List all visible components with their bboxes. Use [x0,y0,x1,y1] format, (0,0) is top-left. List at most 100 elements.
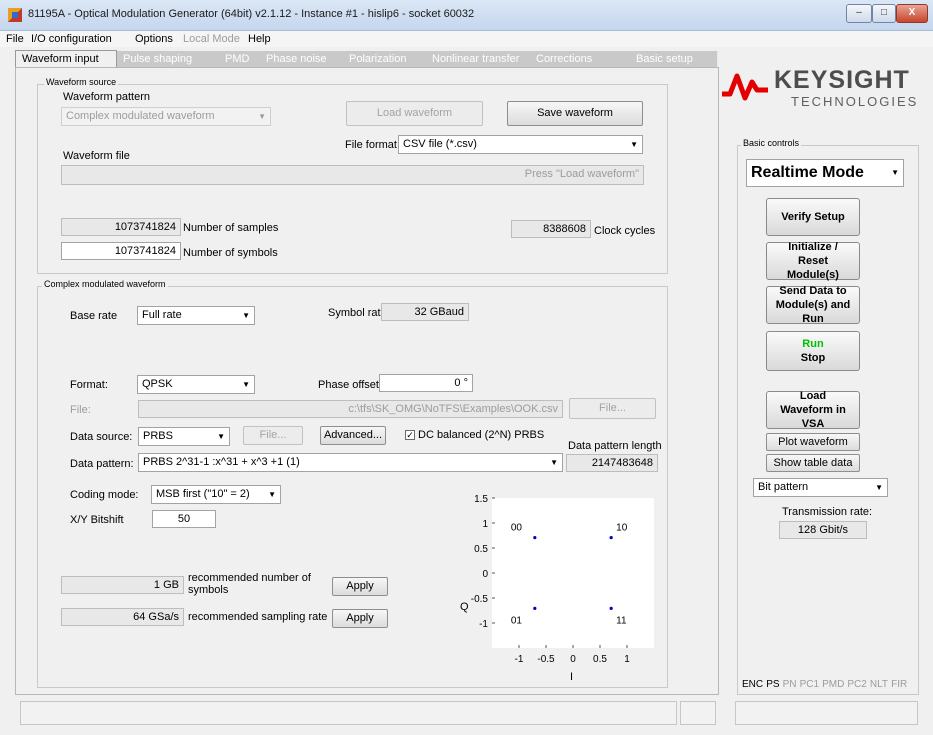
tab-basic-setup[interactable]: Basic setup [630,51,718,67]
chevron-down-icon: ▼ [268,490,276,499]
keysight-logo-subtitle: TECHNOLOGIES [791,94,919,109]
minimize-button[interactable]: – [846,4,872,23]
tag-nlt: NLT [869,679,889,690]
clock-cycles-label: Clock cycles [594,225,656,237]
initialize-reset-button[interactable]: Initialize / Reset Module(s) [766,241,860,281]
status-cell-right [735,701,918,725]
file-format-dropdown[interactable]: CSV file (*.csv) ▼ [398,135,643,154]
data-pattern-dropdown[interactable]: PRBS 2^31-1 :x^31 + x^3 +1 (1) ▼ [138,453,563,472]
chevron-down-icon: ▼ [550,458,558,467]
dc-balanced-checkbox[interactable]: ✓ [405,430,415,440]
chevron-down-icon: ▼ [242,311,250,320]
run-stop-button[interactable]: Run Stop [766,331,860,371]
number-of-symbols-field[interactable]: 1073741824 [61,242,181,260]
run-indicator: Run [802,338,824,350]
verify-setup-button[interactable]: Verify Setup [766,198,860,236]
apply-rate-button[interactable]: Apply [332,609,388,628]
tag-pn: PN [782,679,797,690]
menu-io-configuration[interactable]: I/O configuration [31,33,112,45]
clock-cycles-field: 8388608 [511,220,591,238]
constellation-point [609,536,613,540]
constellation-point [533,606,537,610]
tab-nonlinear-transfer[interactable]: Nonlinear transfer [426,51,542,67]
format-dropdown[interactable]: QPSK ▼ [137,375,255,394]
tab-pulse-shaping[interactable]: Pulse shaping [117,51,231,67]
file-browse-button[interactable]: File... [569,398,656,419]
constellation-point [533,536,537,540]
number-of-samples-label: Number of samples [183,222,279,234]
load-waveform-vsa-button[interactable]: Load Waveform in VSA [766,390,860,430]
plot-waveform-button[interactable]: Plot waveform [766,433,860,451]
waveform-pattern-dropdown[interactable]: Complex modulated waveform ▼ [61,107,271,126]
x-tick-label: 0 [570,654,576,665]
waveform-file-field[interactable]: Press "Load waveform" [61,165,644,185]
status-cell-main [20,701,677,725]
maximize-button[interactable]: □ [872,4,896,23]
menu-bar: File I/O configuration Options Local Mod… [0,31,933,47]
save-waveform-button[interactable]: Save waveform [507,101,643,126]
x-tick-label: -1 [515,654,524,665]
close-button[interactable]: X [896,4,928,23]
tab-phase-noise[interactable]: Phase noise [260,51,355,67]
tab-corrections[interactable]: Corrections [530,51,642,67]
data-file-field[interactable]: c:\tfs\SK_OMG\NoTFS\Examples\OOK.csv [138,400,563,418]
waveform-pattern-label: Waveform pattern [63,91,151,103]
basic-controls-legend: Basic controls [741,138,802,148]
y-tick-label: -1 [479,619,488,630]
base-rate-value: Full rate [142,309,182,321]
apply-symbols-button[interactable]: Apply [332,577,388,596]
menu-options[interactable]: Options [135,33,173,45]
send-data-run-button[interactable]: Send Data to Module(s) and Run [766,285,860,325]
y-axis-label: Q [460,601,469,613]
tab-waveform-input[interactable]: Waveform input [15,50,117,68]
status-cell-small [680,701,716,725]
y-tick-label: 1.5 [474,494,488,505]
dc-balanced-label: DC balanced (2^N) PRBS [418,429,545,441]
data-source-label: Data source: [70,431,133,443]
mode-value: Realtime Mode [751,164,864,181]
phase-offset-field[interactable]: 0 ° [379,374,473,392]
data-source-file-button[interactable]: File... [243,426,303,445]
data-pattern-length-label: Data pattern length [568,440,662,452]
x-tick-label: 0.5 [593,654,607,665]
tag-fir: FIR [891,679,908,690]
coding-mode-value: MSB first ("10" = 2) [156,488,250,500]
data-source-dropdown[interactable]: PRBS ▼ [138,427,230,446]
tab-polarization[interactable]: Polarization [343,51,438,67]
data-pattern-length-field: 2147483648 [566,454,658,472]
coding-mode-dropdown[interactable]: MSB first ("10" = 2) ▼ [151,485,281,504]
base-rate-dropdown[interactable]: Full rate ▼ [137,306,255,325]
view-selector-dropdown[interactable]: Bit pattern ▼ [753,478,888,497]
y-tick-label: 0 [482,569,488,580]
load-waveform-button[interactable]: Load waveform [346,101,483,126]
title-bar: 81195A - Optical Modulation Generator (6… [0,0,933,31]
keysight-logo: KEYSIGHT TECHNOLOGIES [720,62,925,118]
transmission-rate-field: 128 Gbit/s [779,521,867,539]
view-selector-value: Bit pattern [758,481,809,493]
y-tick-label: -0.5 [471,594,489,605]
transmission-rate-label: Transmission rate: [782,506,873,518]
menu-local-mode[interactable]: Local Mode [183,33,240,45]
chevron-down-icon: ▼ [630,140,638,149]
menu-help[interactable]: Help [248,33,271,45]
symbol-rate-label: Symbol rate [328,307,387,319]
show-table-data-button[interactable]: Show table data [766,454,860,472]
recommended-rate-label: recommended sampling rate [188,611,328,623]
xy-bitshift-field[interactable]: 50 [152,510,216,528]
waveform-pattern-value: Complex modulated waveform [66,110,215,122]
waveform-source-legend: Waveform source [44,77,119,87]
phase-offset-label: Phase offset: [318,379,383,391]
symbol-rate-field: 32 GBaud [381,303,469,321]
constellation-plot: 1.5 1 0.5 0 -0.5 -1 -1 -0.5 0 0.5 1 00 10 01 11 Q I [460,494,654,683]
constellation-point-label: 00 [511,523,523,534]
menu-file[interactable]: File [6,33,24,45]
constellation-point-label: 10 [616,523,628,534]
complex-waveform-legend: Complex modulated waveform [42,279,168,289]
advanced-button[interactable]: Advanced... [320,426,386,445]
format-label: Format: [70,379,108,391]
recommended-symbols-field: 1 GB [61,576,184,594]
module-status-tags: ENC PS PN PC1 PMD PC2 NLT FIR [742,678,907,690]
mode-dropdown[interactable]: Realtime Mode ▼ [746,159,904,187]
chevron-down-icon: ▼ [875,483,883,492]
chevron-down-icon: ▼ [891,168,899,177]
